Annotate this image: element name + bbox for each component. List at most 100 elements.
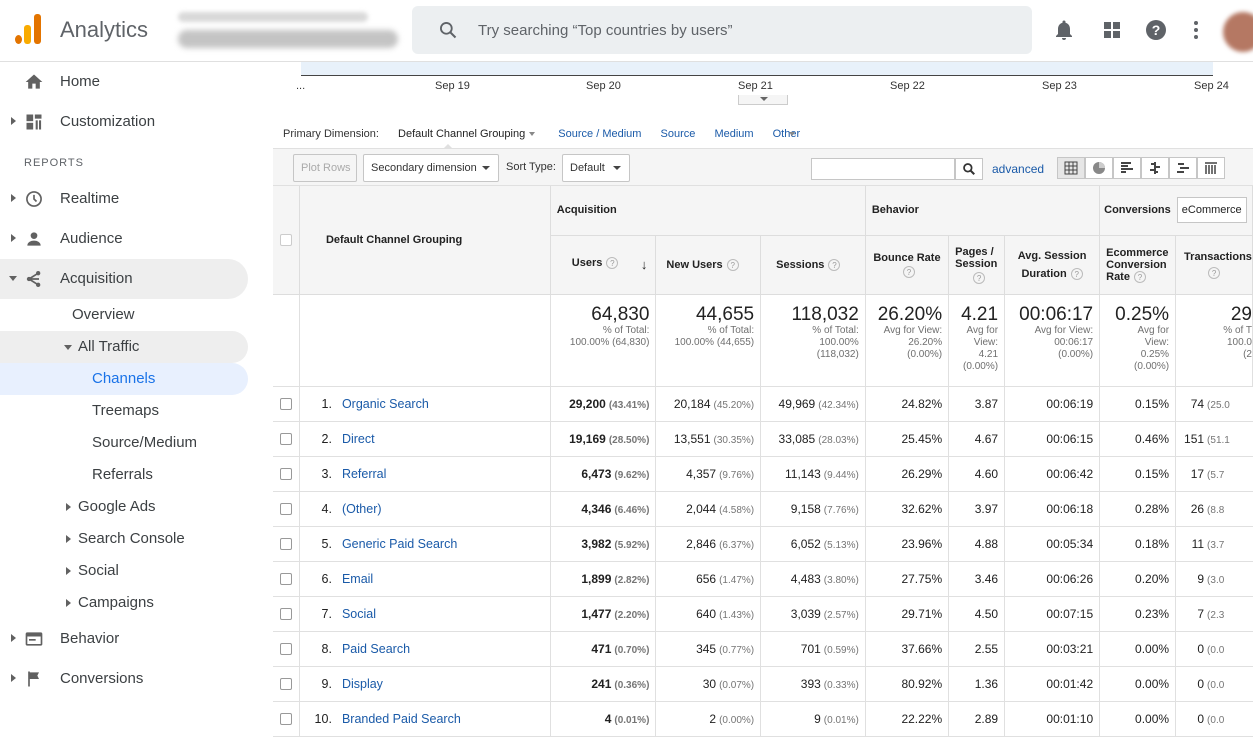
row-checkbox[interactable] <box>279 678 292 691</box>
table-filter-input[interactable] <box>811 158 955 180</box>
view-table-button[interactable] <box>1057 157 1085 179</box>
more-vert-icon[interactable] <box>1184 18 1208 42</box>
ecommerce-conversion-rate-column-header[interactable]: Ecommerce Conversion Rate? <box>1099 235 1177 295</box>
table-search-button[interactable] <box>955 158 983 180</box>
view-pie-button[interactable] <box>1085 157 1113 179</box>
channel-link[interactable]: Email <box>342 572 373 586</box>
bounce-rate-column-header[interactable]: Bounce Rate? <box>865 235 950 295</box>
caret-right-icon <box>11 194 16 202</box>
users-column-header[interactable]: Users? ↓ <box>550 235 657 295</box>
sidebar-item-realtime[interactable]: Realtime <box>0 179 248 219</box>
help-icon[interactable]: ? <box>1133 270 1146 283</box>
dimension-option-other[interactable]: Other <box>773 128 801 140</box>
sidebar-item-all-traffic[interactable]: All Traffic <box>0 331 248 363</box>
view-pivot-button[interactable] <box>1197 157 1225 179</box>
search-input[interactable] <box>478 18 998 42</box>
channel-link[interactable]: Referral <box>342 467 386 481</box>
sidebar-item-google-ads[interactable]: Google Ads <box>0 491 248 523</box>
row-checkbox[interactable] <box>279 398 292 411</box>
table-row[interactable]: 6. Email 1,899 (2.82%) 656 (1.47%) 4,483 (3.80%… <box>273 561 1253 597</box>
row-checkbox[interactable] <box>279 538 292 551</box>
row-checkbox[interactable] <box>279 433 292 446</box>
avatar[interactable] <box>1223 12 1253 52</box>
sidebar-item-source-medium[interactable]: Source/Medium <box>0 427 248 459</box>
row-checkbox[interactable] <box>279 573 292 586</box>
view-performance-button[interactable] <box>1113 157 1141 179</box>
channel-link[interactable]: Generic Paid Search <box>342 537 457 551</box>
channel-link[interactable]: Organic Search <box>342 397 429 411</box>
conversions-goal-dropdown[interactable]: eCommerce <box>1176 197 1247 224</box>
cell-percent: (3.0 <box>1207 574 1225 586</box>
sidebar-item-conversions[interactable]: Conversions <box>0 659 248 699</box>
table-row[interactable]: 7. Social 1,477 (2.20%) 640 (1.43%) 3,039 (2.57… <box>273 596 1253 632</box>
table-row[interactable]: 8. Paid Search 471 (0.70%) 345 (0.77%) 701 (0.5… <box>273 631 1253 667</box>
transactions-column-header[interactable]: Transactions? <box>1175 235 1253 295</box>
dimension-option-medium[interactable]: Medium <box>714 128 753 140</box>
row-checkbox[interactable] <box>279 468 292 481</box>
sidebar-item-campaigns[interactable]: Campaigns <box>0 587 248 619</box>
new-users-column-header[interactable]: New Users? <box>655 235 762 295</box>
dimension-option-source[interactable]: Source <box>661 128 696 140</box>
channel-link[interactable]: Social <box>342 607 376 621</box>
account-selector[interactable] <box>178 8 398 52</box>
cell-value: 29,200 <box>569 396 606 411</box>
bell-icon[interactable] <box>1052 18 1076 42</box>
total-value: 4.21 <box>961 303 999 325</box>
row-checkbox[interactable] <box>279 643 292 656</box>
help-icon[interactable]: ? <box>726 258 739 271</box>
table-row[interactable]: 10. Branded Paid Search 4 (0.01%) 2 (0.00%) 9(… <box>273 701 1253 737</box>
sidebar-item-search-console[interactable]: Search Console <box>0 523 248 555</box>
table-row[interactable]: 2. Direct 19,169 (28.50%) 13,551 (30.35%) 33,0… <box>273 421 1253 457</box>
channel-link[interactable]: Branded Paid Search <box>342 712 461 726</box>
search-bar[interactable] <box>412 6 1032 54</box>
select-all-checkbox[interactable] <box>279 233 292 246</box>
sidebar-item-overview[interactable]: Overview <box>0 299 248 331</box>
advanced-filter-link[interactable]: advanced <box>992 162 1044 176</box>
help-icon[interactable]: ? <box>1144 18 1168 42</box>
table-row[interactable]: 5. Generic Paid Search 3,982 (5.92%) 2,846 (6… <box>273 526 1253 562</box>
cell-value: 6,052 <box>790 536 821 551</box>
table-row[interactable]: 3. Referral 6,473 (9.62%) 4,357 (9.76%) 11,143… <box>273 456 1253 492</box>
row-checkbox[interactable] <box>279 608 292 621</box>
sidebar-item-channels[interactable]: Channels <box>0 363 248 395</box>
view-comparison-button[interactable] <box>1141 157 1169 179</box>
sidebar-item-social[interactable]: Social <box>0 555 248 587</box>
row-checkbox[interactable] <box>279 503 292 516</box>
sidebar-item-treemaps[interactable]: Treemaps <box>0 395 248 427</box>
chart-collapse-handle[interactable] <box>738 95 788 105</box>
sidebar-item-referrals[interactable]: Referrals <box>0 459 248 491</box>
table-row[interactable]: 1. Organic Search 29,200 (43.41%) 20,184 (45.… <box>273 386 1253 422</box>
sidebar-item-customization[interactable]: Customization <box>0 102 248 142</box>
dimension-option-source-medium[interactable]: Source / Medium <box>558 128 641 140</box>
help-icon[interactable]: ? <box>606 257 619 269</box>
table-row[interactable]: 4. (Other) 4,346 (6.46%) 2,044 (4.58%) 9,158 (7… <box>273 491 1253 527</box>
primary-dimension-selected[interactable]: Default Channel Grouping <box>398 128 525 140</box>
web-page-icon <box>25 632 43 646</box>
sidebar-item-behavior[interactable]: Behavior <box>0 619 248 659</box>
sort-type-dropdown[interactable]: Default <box>562 154 630 182</box>
sessions-column-header[interactable]: Sessions? <box>760 235 866 295</box>
plot-rows-button[interactable]: Plot Rows <box>293 154 357 182</box>
sidebar-item-acquisition[interactable]: Acquisition <box>0 259 248 299</box>
channel-link[interactable]: Direct <box>342 432 375 446</box>
sidebar-item-label: Social <box>78 562 119 579</box>
pages-session-column-header[interactable]: Pages / Session? <box>948 235 1006 295</box>
channel-link[interactable]: Paid Search <box>342 642 410 656</box>
help-icon[interactable]: ? <box>973 271 986 284</box>
view-term-cloud-button[interactable] <box>1169 157 1197 179</box>
grid-icon[interactable] <box>1100 18 1124 42</box>
analytics-logo-icon[interactable] <box>15 14 43 44</box>
help-icon[interactable]: ? <box>1070 267 1083 280</box>
sidebar-item-audience[interactable]: Audience <box>0 219 248 259</box>
sidebar-item-home[interactable]: Home <box>0 62 248 102</box>
channel-link[interactable]: Display <box>342 677 383 691</box>
row-checkbox[interactable] <box>279 713 292 726</box>
help-icon[interactable]: ? <box>902 265 915 278</box>
dimension-column-header[interactable]: Default Channel Grouping <box>299 186 551 295</box>
secondary-dimension-dropdown[interactable]: Secondary dimension <box>363 154 499 182</box>
help-icon[interactable]: ? <box>828 258 841 271</box>
help-icon[interactable]: ? <box>1208 266 1221 279</box>
channel-link[interactable]: (Other) <box>342 502 382 516</box>
avg-session-duration-column-header[interactable]: Avg. Session Duration? <box>1004 235 1101 295</box>
table-row[interactable]: 9. Display 241 (0.36%) 30 (0.07%) 393 (0.33%) 80… <box>273 666 1253 702</box>
